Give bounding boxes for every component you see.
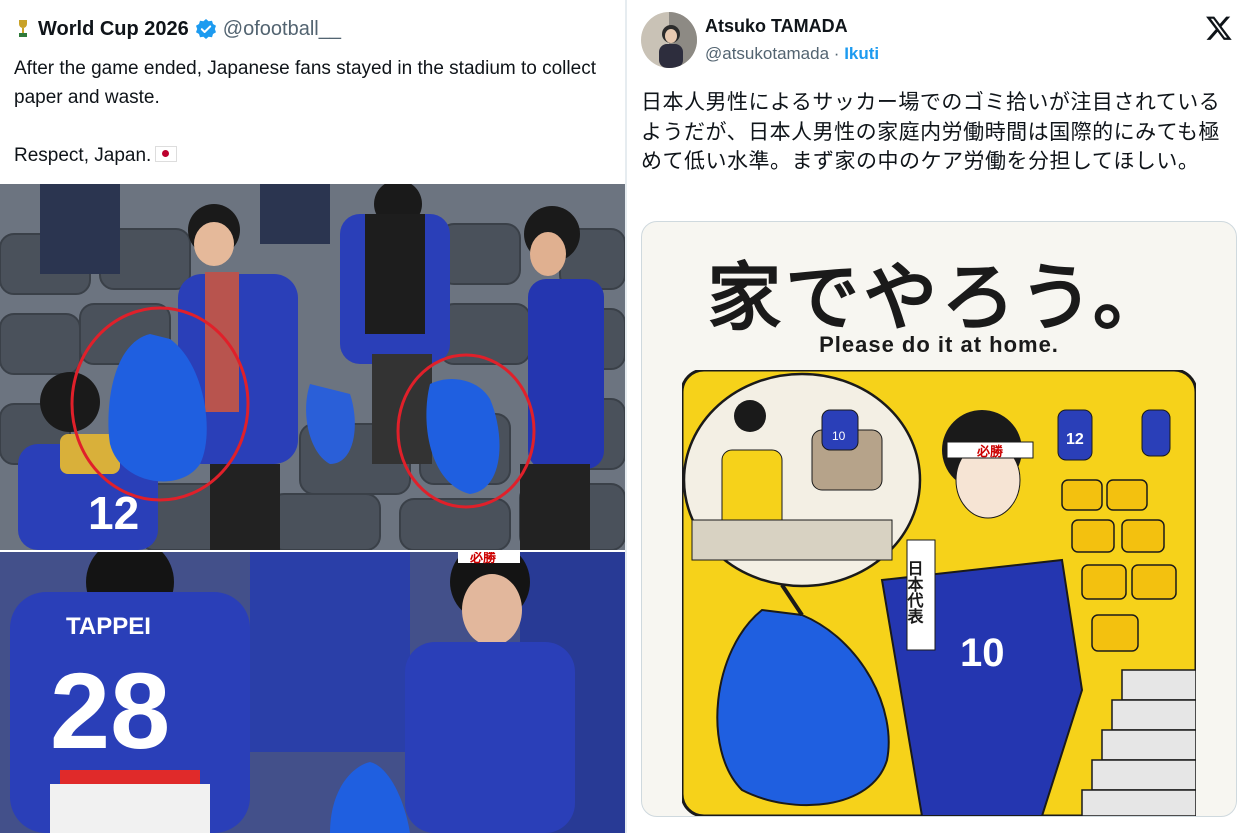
tv-jersey-number: 10 <box>832 429 846 443</box>
author-name[interactable]: Atsuko TAMADA <box>705 16 848 37</box>
stadium-photo-top[interactable]: 12 <box>0 184 625 550</box>
stadium-photo-bottom[interactable]: TAPPEI 28 必勝 <box>0 552 625 833</box>
author-handle[interactable]: @atsukotamada <box>705 44 829 63</box>
poster-illustration: 12 10 必勝 10 日本代表 <box>682 370 1196 816</box>
meta-separator: · <box>833 44 840 63</box>
account-name[interactable]: World Cup 2026 <box>38 18 189 41</box>
poster-jersey-number: 10 <box>960 631 1005 675</box>
poster-title: 家でやろう。 <box>707 255 1171 341</box>
poster-headband-text: 必勝 <box>976 444 1004 460</box>
author-meta: @atsukotamada · Ikuti <box>705 44 879 64</box>
right-tweet: Atsuko TAMADA @atsukotamada · Ikuti 日本人男… <box>627 0 1250 833</box>
jersey-number-28: 28 <box>50 650 170 771</box>
follow-button[interactable]: Ikuti <box>844 44 879 63</box>
tweet-text: After the game ended, Japanese fans stay… <box>14 54 614 170</box>
poster-subtitle: Please do it at home. <box>819 332 1059 357</box>
x-logo-icon[interactable] <box>1205 14 1233 42</box>
jersey-name: TAPPEI <box>66 613 151 640</box>
stadium-photo-bottom-image: TAPPEI 28 必勝 <box>0 552 625 833</box>
stadium-photo-top-image: 12 <box>0 184 625 550</box>
account-handle[interactable]: @ofootball__ <box>223 18 341 41</box>
poster-scarf-text: 日本代表 <box>905 560 925 625</box>
tweet-header: World Cup 2026 @ofootball__ <box>14 14 341 44</box>
tweet-line-2: Respect, Japan. <box>14 145 152 166</box>
tweet-text: 日本人男性によるサッカー場でのゴミ拾いが注目されているようだが、日本人男性の家庭… <box>641 91 1221 173</box>
tweet-line-1: After the game ended, Japanese fans stay… <box>14 58 596 108</box>
verified-badge-icon <box>195 19 216 39</box>
avatar-image <box>641 12 697 68</box>
headband-text: 必勝 <box>469 552 497 566</box>
left-tweet: World Cup 2026 @ofootball__ After the ga… <box>0 0 625 833</box>
author-avatar[interactable] <box>641 12 697 68</box>
background-fan-number: 12 <box>1066 431 1084 448</box>
tweet-image-card[interactable]: 家でやろう。 Please do it at home. 12 10 必勝 10… <box>641 221 1237 817</box>
japan-flag-icon <box>155 146 178 162</box>
trophy-icon <box>19 20 27 37</box>
